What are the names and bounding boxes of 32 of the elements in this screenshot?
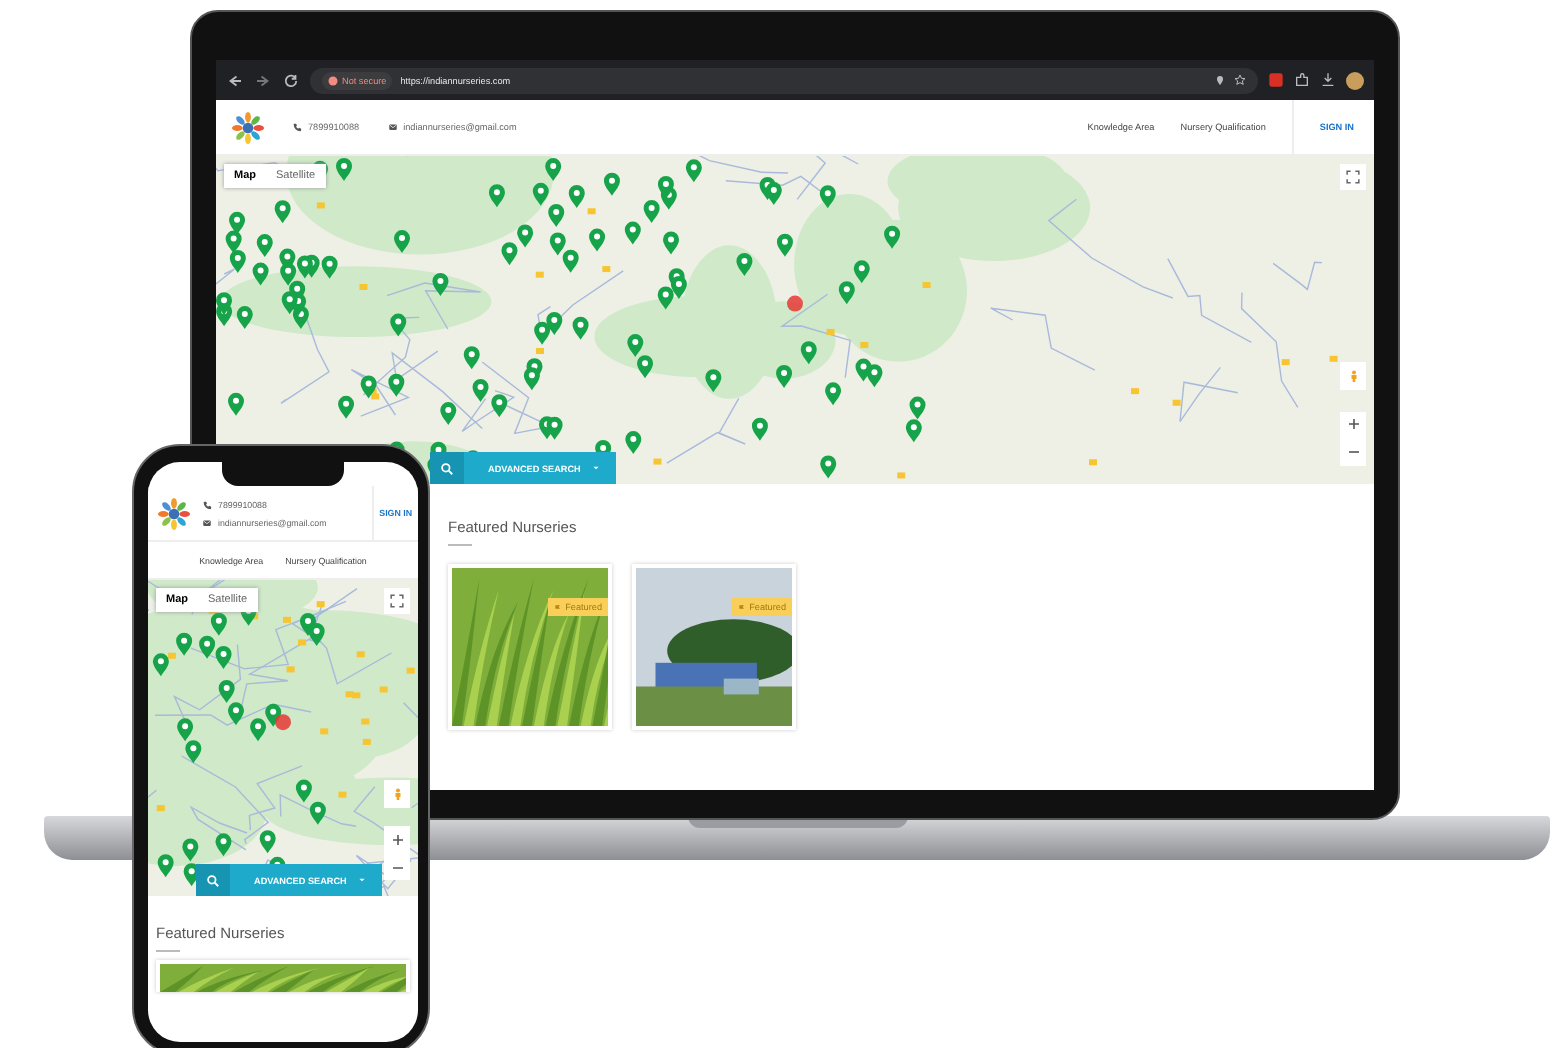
puzzle-icon bbox=[1294, 72, 1310, 88]
search-icon bbox=[440, 461, 454, 475]
star-icon bbox=[1234, 74, 1246, 86]
logo-icon bbox=[158, 497, 190, 529]
download-icon bbox=[1320, 72, 1336, 88]
reload-icon bbox=[282, 71, 300, 89]
search-icon bbox=[206, 873, 220, 887]
fullscreen-button[interactable] bbox=[1340, 164, 1366, 190]
location-pin-icon bbox=[1214, 74, 1226, 86]
phone-notch bbox=[222, 462, 344, 486]
person-icon bbox=[1347, 366, 1359, 387]
flag-icon bbox=[737, 603, 746, 611]
person-icon bbox=[391, 783, 403, 804]
fullscreen-icon bbox=[1346, 170, 1360, 184]
phone-icon bbox=[292, 122, 302, 132]
minus-icon bbox=[1347, 446, 1359, 459]
plus-icon bbox=[391, 833, 403, 846]
mail-icon bbox=[387, 122, 398, 132]
fullscreen-button[interactable] bbox=[384, 588, 410, 614]
map-drawing[interactable] bbox=[216, 156, 1374, 484]
forward-icon bbox=[254, 71, 272, 89]
minus-icon bbox=[391, 861, 403, 874]
profile-avatar[interactable] bbox=[1346, 71, 1364, 89]
phone-icon bbox=[202, 499, 212, 509]
fullscreen-icon bbox=[390, 594, 404, 608]
extension-badge-icon bbox=[1268, 72, 1284, 88]
mail-icon bbox=[202, 517, 212, 527]
warning-icon bbox=[328, 75, 338, 85]
logo-icon bbox=[232, 111, 264, 143]
flag-icon bbox=[553, 603, 562, 611]
back-icon bbox=[226, 71, 244, 89]
plus-icon bbox=[1347, 418, 1359, 431]
